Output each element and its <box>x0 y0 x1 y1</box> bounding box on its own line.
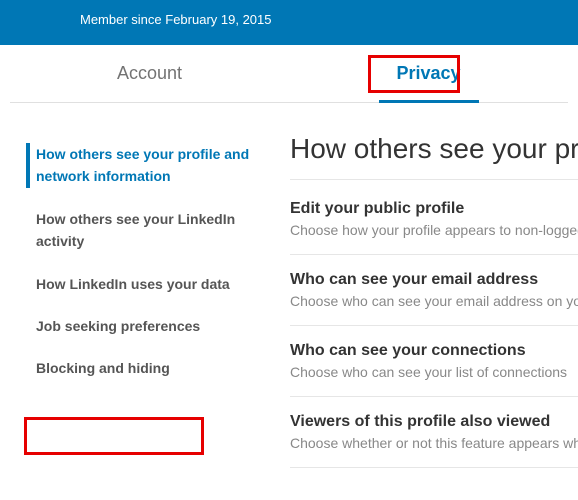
sidebar-item-activity-visibility[interactable]: How others see your LinkedIn activity <box>10 198 270 263</box>
sidebar-item-blocking-hiding[interactable]: Blocking and hiding <box>10 347 270 389</box>
setting-title: Viewers of this profile also viewed <box>290 413 578 431</box>
setting-title: Who can see your email address <box>290 271 578 289</box>
setting-title: Who can see your connections <box>290 342 578 360</box>
sidebar-item-job-preferences[interactable]: Job seeking preferences <box>10 305 270 347</box>
tab-privacy[interactable]: Privacy <box>289 45 568 102</box>
content-area: How others see your profile and network … <box>0 133 578 468</box>
setting-desc: Choose who can see your email address on… <box>290 293 578 309</box>
sidebar-item-data-usage[interactable]: How LinkedIn uses your data <box>10 263 270 305</box>
member-since-text: Member since February 19, 2015 <box>80 12 271 27</box>
highlight-blocking <box>24 417 204 455</box>
tab-account[interactable]: Account <box>10 45 289 102</box>
setting-email-visibility[interactable]: Who can see your email address Choose wh… <box>290 255 578 326</box>
tabs-bar: Account Privacy <box>10 45 568 103</box>
page-heading: How others see your profile and network … <box>290 133 578 180</box>
header-banner: Member since February 19, 2015 <box>0 0 578 45</box>
settings-sidebar: How others see your profile and network … <box>10 133 270 468</box>
setting-title: Edit your public profile <box>290 200 578 218</box>
setting-desc: Choose how your profile appears to non-l… <box>290 222 578 238</box>
sidebar-item-profile-visibility[interactable]: How others see your profile and network … <box>10 133 270 198</box>
setting-desc: Choose who can see your list of connecti… <box>290 364 578 380</box>
setting-desc: Choose whether or not this feature appea… <box>290 435 578 451</box>
setting-connections-visibility[interactable]: Who can see your connections Choose who … <box>290 326 578 397</box>
setting-viewers-also-viewed[interactable]: Viewers of this profile also viewed Choo… <box>290 397 578 468</box>
main-settings-panel: How others see your profile and network … <box>270 133 578 468</box>
setting-public-profile[interactable]: Edit your public profile Choose how your… <box>290 184 578 255</box>
